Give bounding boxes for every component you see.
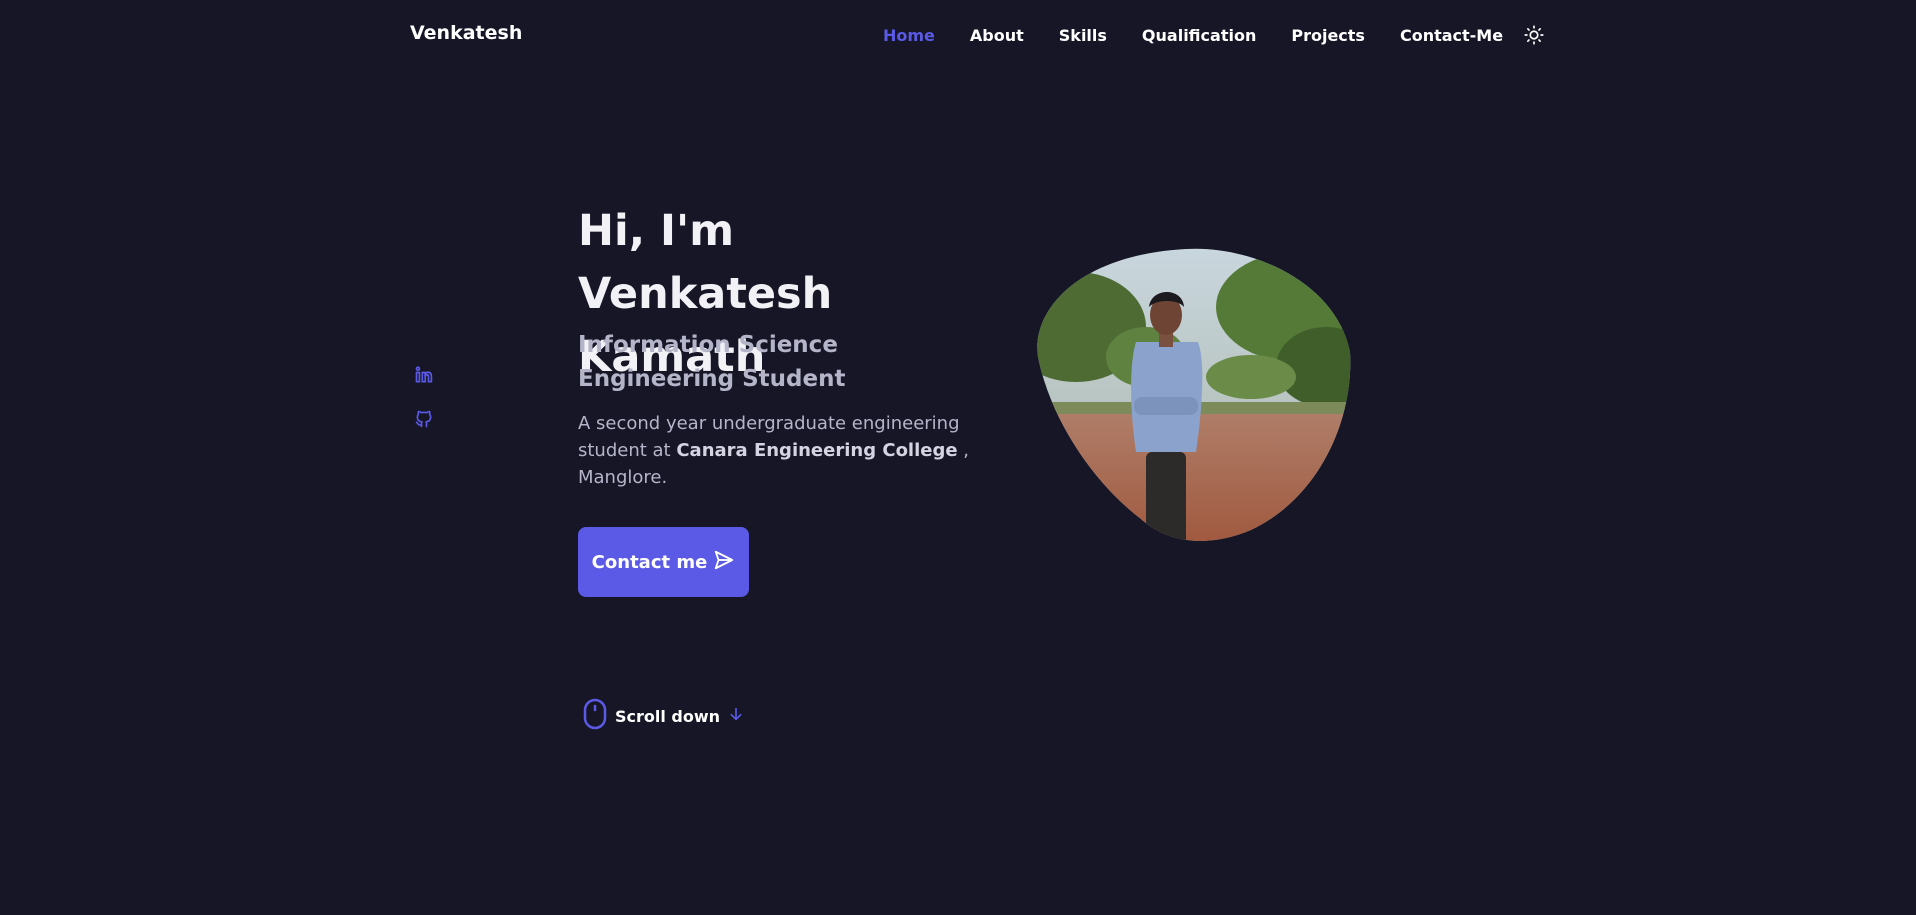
site-logo[interactable]: Venkatesh <box>410 22 522 44</box>
nav-home[interactable]: Home <box>883 26 935 45</box>
main-nav: Home About Skills Qualification Projects… <box>883 24 1545 46</box>
github-icon[interactable] <box>414 409 434 429</box>
nav-about[interactable]: About <box>970 26 1024 45</box>
profile-photo <box>1037 248 1351 541</box>
site-header: Venkatesh Home About Skills Qualificatio… <box>0 0 1916 72</box>
college-name: Canara Engineering College <box>676 440 958 461</box>
mouse-icon <box>583 698 607 734</box>
sun-icon[interactable] <box>1523 24 1545 46</box>
scroll-down-link[interactable]: Scroll down <box>583 698 744 734</box>
nav-skills[interactable]: Skills <box>1059 26 1107 45</box>
nav-projects[interactable]: Projects <box>1291 26 1365 45</box>
hero-description: A second year undergraduate engineering … <box>578 410 998 491</box>
hero-subtitle: Information Science Engineering Student <box>578 332 846 392</box>
nav-qualification[interactable]: Qualification <box>1142 26 1256 45</box>
linkedin-icon[interactable] <box>414 365 434 385</box>
nav-contact-me[interactable]: Contact-Me <box>1400 26 1503 45</box>
contact-me-label: Contact me <box>591 551 708 573</box>
scroll-down-label: Scroll down <box>615 706 721 726</box>
contact-me-button[interactable]: Contact me <box>578 527 749 597</box>
send-icon <box>713 549 735 576</box>
social-links <box>414 365 434 429</box>
arrow-down-icon <box>728 706 744 726</box>
